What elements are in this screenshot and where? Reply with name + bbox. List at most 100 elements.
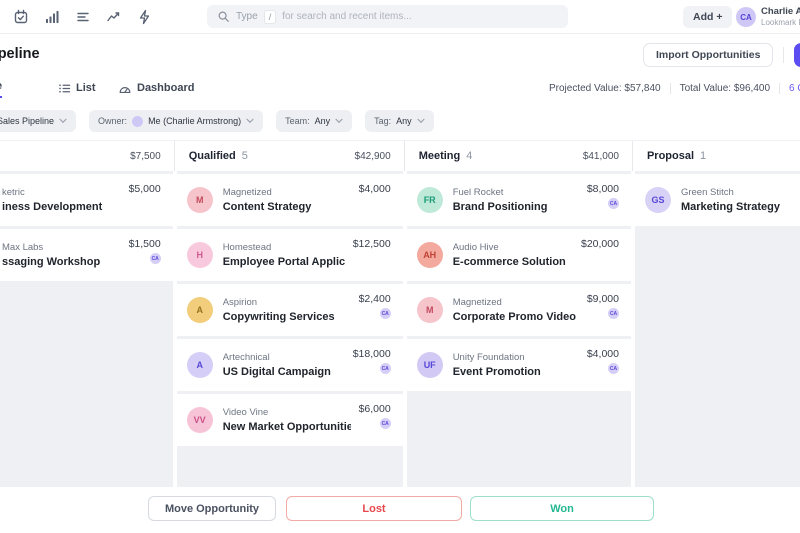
- opportunity-card[interactable]: FR Fuel Rocket Brand Positioning $8,000 …: [407, 174, 631, 226]
- card-main: Magnetized Corporate Promo Video: [453, 297, 579, 323]
- pipeline-column: $7,500 ketric iness Development $5,000 M…: [0, 141, 173, 487]
- bar-chart-icon[interactable]: [41, 6, 63, 28]
- tab-list[interactable]: List: [58, 76, 96, 100]
- tab-pipeline[interactable]: Pipeline: [0, 76, 2, 98]
- tab-list-label: List: [76, 82, 96, 94]
- card-main: Green Stitch Marketing Strategy: [681, 187, 780, 213]
- add-button[interactable]: Add +: [683, 6, 732, 28]
- opportunity-title: Marketing Strategy: [681, 201, 780, 213]
- company-name: Max Labs: [2, 242, 121, 253]
- opportunity-card[interactable]: A Aspirion Copywriting Services $2,400 C…: [177, 284, 403, 336]
- column-name: Qualified: [189, 150, 236, 162]
- move-opportunity-button[interactable]: Move Opportunity: [148, 496, 276, 521]
- column-body: GS Green Stitch Marketing Strategy: [635, 171, 800, 487]
- card-main: ketric iness Development: [2, 187, 121, 213]
- column-header: Meeting 4 $41,000: [407, 141, 631, 171]
- opportunity-value: $4,000: [587, 348, 619, 360]
- total-value: Total Value: $96,400: [670, 83, 779, 94]
- company-name: Artechnical: [223, 352, 345, 363]
- header-actions: Import Opportunities Add Opportunity: [643, 43, 800, 67]
- import-opportunities-button[interactable]: Import Opportunities: [643, 43, 773, 67]
- divider: [783, 47, 784, 63]
- owner-badge: CA: [380, 418, 391, 429]
- team-filter-value: Any: [315, 116, 331, 126]
- search-input[interactable]: Type / for search and recent items...: [207, 5, 568, 28]
- owner-filter[interactable]: Owner: Me (Charlie Armstrong): [89, 110, 263, 132]
- pipeline-column: Qualified 5 $42,900 M Magnetized Content…: [177, 141, 403, 487]
- gauge-icon: [118, 82, 132, 95]
- page-header: Pipeline Import Opportunities Add Opport…: [0, 34, 800, 76]
- trend-icon[interactable]: [103, 6, 125, 28]
- owner-badge: CA: [608, 308, 619, 319]
- card-right: $4,000: [359, 174, 391, 195]
- lightning-icon[interactable]: [134, 6, 156, 28]
- company-avatar: UF: [417, 352, 443, 378]
- opportunity-title: New Market Opportunities: [223, 421, 351, 433]
- opportunity-card[interactable]: M Magnetized Corporate Promo Video $9,00…: [407, 284, 631, 336]
- opportunity-card[interactable]: UF Unity Foundation Event Promotion $4,0…: [407, 339, 631, 391]
- projected-value: Projected Value: $57,840: [540, 83, 670, 94]
- chevron-down-icon: [59, 118, 67, 124]
- column-body: FR Fuel Rocket Brand Positioning $8,000 …: [407, 171, 631, 487]
- team-filter[interactable]: Team: Any: [276, 110, 352, 132]
- opportunity-title: Event Promotion: [453, 366, 579, 378]
- column-name: Proposal: [647, 150, 694, 162]
- pipeline-column: Meeting 4 $41,000 FR Fuel Rocket Brand P…: [407, 141, 631, 487]
- kanban-board: $7,500 ketric iness Development $5,000 M…: [0, 140, 800, 487]
- column-total: $42,900: [355, 151, 391, 162]
- owner-badge: CA: [150, 253, 161, 264]
- company-avatar: FR: [417, 187, 443, 213]
- column-count: 1: [700, 150, 706, 162]
- opportunity-card[interactable]: GS Green Stitch Marketing Strategy: [635, 174, 800, 226]
- owner-badge: CA: [608, 363, 619, 374]
- user-org: Lookmark Inc.: [761, 18, 800, 27]
- opportunity-value: $12,500: [353, 238, 391, 250]
- owner-badge: CA: [380, 363, 391, 374]
- opportunity-card[interactable]: VV Video Vine New Market Opportunities $…: [177, 394, 403, 446]
- company-name: Fuel Rocket: [453, 187, 579, 198]
- user-avatar[interactable]: CA: [736, 7, 756, 27]
- opportunity-title: E-commerce Solution: [453, 256, 573, 268]
- task-list-icon[interactable]: [72, 6, 94, 28]
- opportunity-card[interactable]: AH Audio Hive E-commerce Solution $20,00…: [407, 229, 631, 281]
- pipeline-filter[interactable]: Sales Pipeline: [0, 110, 76, 132]
- opportunity-value: $5,000: [129, 183, 161, 195]
- opportunity-title: Content Strategy: [223, 201, 351, 213]
- column-header: Proposal 1: [635, 141, 800, 171]
- card-main: Max Labs ssaging Workshop: [2, 242, 121, 268]
- owner-avatar-dot: [132, 116, 143, 127]
- opportunity-value: $18,000: [353, 348, 391, 360]
- opportunity-card[interactable]: M Magnetized Content Strategy $4,000: [177, 174, 403, 226]
- opportunity-value: $20,000: [581, 238, 619, 250]
- card-main: Audio Hive E-commerce Solution: [453, 242, 573, 268]
- card-main: Video Vine New Market Opportunities: [223, 407, 351, 433]
- chevron-down-icon: [246, 118, 254, 124]
- column-body: M Magnetized Content Strategy $4,000 H H…: [177, 171, 403, 487]
- opportunity-card[interactable]: ketric iness Development $5,000: [0, 174, 173, 226]
- user-menu[interactable]: Charlie Armstrong Lookmark Inc.: [761, 6, 800, 27]
- tag-filter-value: Any: [396, 116, 412, 126]
- opportunity-card[interactable]: A Artechnical US Digital Campaign $18,00…: [177, 339, 403, 391]
- pipeline-column: Proposal 1 GS Green Stitch Marketing Str…: [635, 141, 800, 487]
- column-total: $41,000: [583, 151, 619, 162]
- tab-dashboard[interactable]: Dashboard: [118, 76, 194, 100]
- opportunity-value: $6,000: [359, 403, 391, 415]
- tag-filter[interactable]: Tag: Any: [365, 110, 434, 132]
- closed-link[interactable]: 6 Closed in last: [779, 83, 800, 94]
- opportunity-value: $2,400: [359, 293, 391, 305]
- card-main: Fuel Rocket Brand Positioning: [453, 187, 579, 213]
- team-filter-label: Team:: [285, 116, 310, 126]
- calendar-icon[interactable]: [10, 6, 32, 28]
- add-opportunity-button[interactable]: Add Opportunity: [794, 43, 800, 67]
- company-name: Magnetized: [453, 297, 579, 308]
- opportunity-card[interactable]: H Homestead Employee Portal Application …: [177, 229, 403, 281]
- company-name: Unity Foundation: [453, 352, 579, 363]
- card-main: Artechnical US Digital Campaign: [223, 352, 345, 378]
- company-name: Magnetized: [223, 187, 351, 198]
- opportunity-card[interactable]: Max Labs ssaging Workshop $1,500 CA: [0, 229, 173, 281]
- lost-button[interactable]: Lost: [286, 496, 462, 521]
- pipeline-stats: Projected Value: $57,840 Total Value: $9…: [540, 76, 800, 100]
- card-right: $9,000 CA: [587, 284, 619, 319]
- search-placeholder: for search and recent items...: [282, 11, 412, 22]
- won-button[interactable]: Won: [470, 496, 654, 521]
